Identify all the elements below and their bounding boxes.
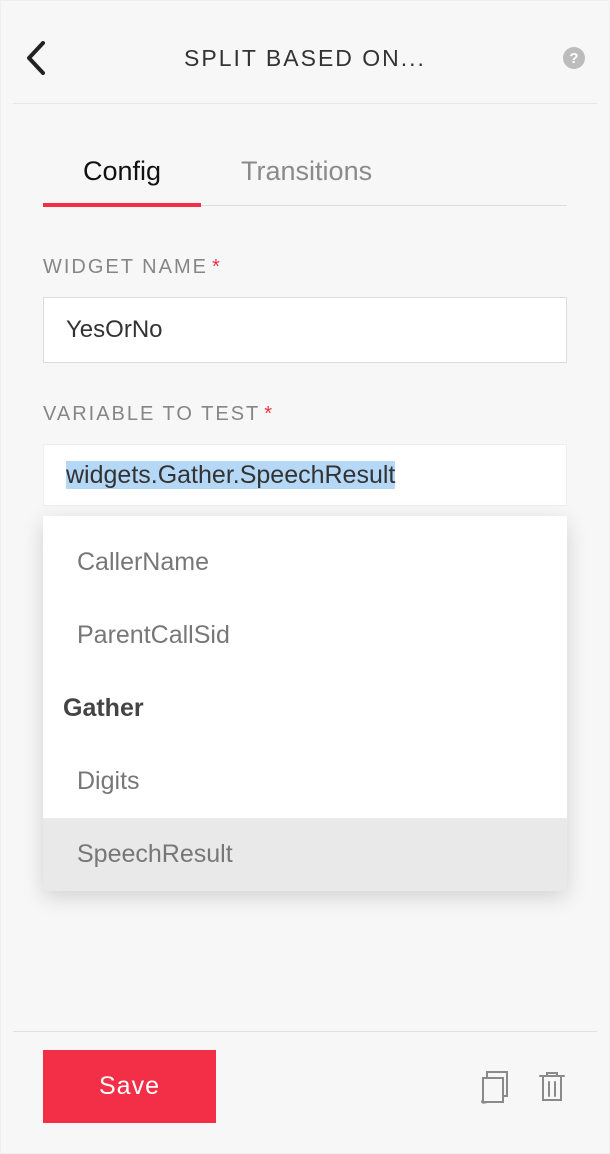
widget-name-label: WIDGET NAME* [43,256,567,279]
chevron-left-icon [25,41,47,75]
tab-config[interactable]: Config [43,144,201,205]
panel-title: SPLIT BASED ON... [47,45,563,72]
panel-footer: Save [13,1031,597,1141]
form-area: WIDGET NAME* VARIABLE TO TEST* widgets.G… [13,206,597,506]
dropdown-item-callername[interactable]: CallerName [43,526,567,599]
variable-label-text: VARIABLE TO TEST [43,403,260,425]
trash-icon [537,1070,567,1104]
duplicate-icon [481,1070,515,1104]
variable-autocomplete: widgets.Gather.SpeechResult CallerName P… [43,444,567,506]
widget-name-input[interactable] [43,297,567,363]
variable-input[interactable]: widgets.Gather.SpeechResult [43,444,567,506]
delete-button[interactable] [537,1070,567,1104]
dropdown-item-digits[interactable]: Digits [43,745,567,818]
variable-input-highlighted-text: widgets.Gather.SpeechResult [66,461,395,489]
dropdown-item-parentcallsid[interactable]: ParentCallSid [43,599,567,672]
panel-header: SPLIT BASED ON... ? [13,13,597,104]
widget-name-label-text: WIDGET NAME [43,256,208,278]
back-button[interactable] [25,41,47,75]
duplicate-button[interactable] [481,1070,515,1104]
dropdown-item-speechresult[interactable]: SpeechResult [43,818,567,891]
tab-bar: Config Transitions [43,144,567,206]
variable-dropdown[interactable]: CallerName ParentCallSid Gather Digits S… [43,516,567,891]
tab-transitions[interactable]: Transitions [201,144,412,205]
variable-to-test-label: VARIABLE TO TEST* [43,403,567,426]
config-panel: SPLIT BASED ON... ? Config Transitions W… [0,0,610,1154]
help-icon[interactable]: ? [563,47,585,69]
required-asterisk: * [264,403,274,425]
variable-input-value: widgets.Gather.SpeechResult [66,461,395,490]
required-asterisk: * [212,256,222,278]
save-button[interactable]: Save [43,1050,216,1123]
footer-actions [481,1070,567,1104]
dropdown-group-gather: Gather [43,672,567,745]
